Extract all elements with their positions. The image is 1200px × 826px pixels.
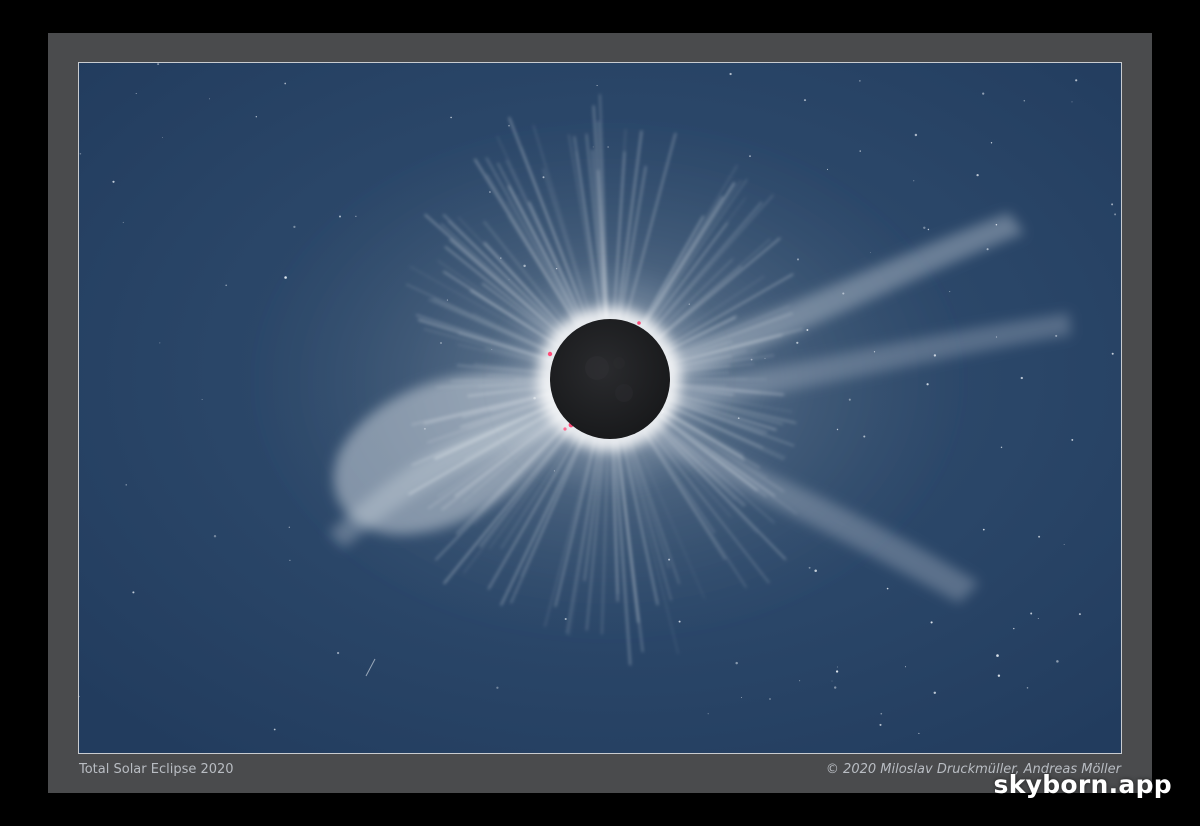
star [880,712,883,715]
moon-disk [550,319,670,439]
photo-caption-title: Total Solar Eclipse 2020 [79,762,234,777]
star [1013,627,1015,630]
star [132,591,135,594]
star [982,528,985,531]
star [288,526,290,528]
star [913,180,915,182]
star [1056,660,1059,663]
star [905,666,906,668]
star [997,674,1001,677]
star [927,228,930,231]
star [1026,687,1029,689]
star [976,173,979,177]
star [1078,613,1081,616]
star [986,248,989,251]
star [1111,203,1114,206]
star [273,728,276,731]
star [162,137,163,138]
star [826,168,829,170]
star [729,72,732,76]
star [496,686,499,689]
star [836,666,838,668]
star [859,150,861,152]
star [213,535,217,538]
star [112,180,115,183]
star [289,559,291,562]
star [835,670,839,673]
star [831,680,833,682]
star [450,116,452,119]
star [293,225,296,229]
moon-surface-detail [585,356,609,380]
star [1075,79,1078,82]
star [159,342,161,344]
star [157,63,160,66]
star [209,98,210,100]
star [508,125,510,127]
eclipse-photo [78,62,1122,754]
star [255,116,257,118]
star [982,92,985,95]
star [996,654,999,657]
star [1114,213,1117,216]
star [918,732,920,734]
star [122,221,124,224]
star [735,661,738,665]
star [135,93,137,94]
star [914,133,918,137]
star [990,142,993,144]
star [933,691,937,695]
moon-surface-detail [613,357,625,369]
star [125,484,127,486]
star [284,82,287,85]
star [201,399,203,400]
star [834,686,837,689]
star [79,152,82,155]
star [1071,101,1073,103]
star [949,291,951,293]
eclipse-image [79,63,1121,753]
star [225,284,228,287]
star [1111,352,1114,355]
star [707,713,709,715]
star [1037,617,1039,620]
star [879,723,882,726]
moon-surface-detail [615,384,633,402]
star [1020,376,1023,380]
star [930,621,933,624]
star [1063,543,1065,546]
star [886,587,889,590]
star [1071,438,1074,441]
star [1023,100,1026,102]
star [740,696,742,698]
star [923,226,926,230]
star [803,99,807,102]
star [769,698,771,700]
star [1000,446,1003,449]
watermark-logo: skyborn.app [993,770,1172,799]
star [859,80,861,82]
star [336,651,340,655]
star [1030,612,1033,615]
star [1038,535,1041,538]
star [799,680,801,682]
star [596,85,598,86]
